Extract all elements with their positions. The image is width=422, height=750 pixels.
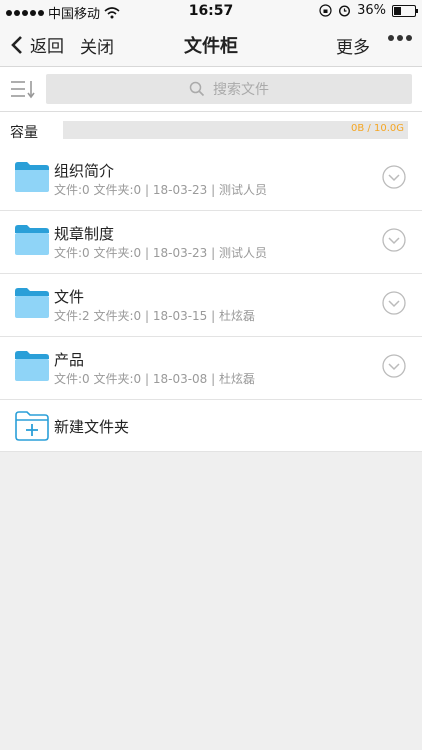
- sort-icon[interactable]: [10, 79, 36, 99]
- battery-percent: 36%: [357, 3, 386, 18]
- folder-name: 产品: [54, 351, 85, 369]
- search-icon: [189, 81, 205, 97]
- status-bar: 中国移动 16:57 36%: [0, 0, 422, 22]
- folder-name: 规章制度: [54, 225, 115, 243]
- alarm-icon: [339, 5, 351, 17]
- folder-icon: [15, 351, 49, 381]
- folder-icon: [15, 162, 49, 192]
- close-button[interactable]: 关闭: [80, 33, 114, 58]
- nav-bar: 返回 关闭 文件柜 更多: [0, 22, 422, 67]
- folder-name: 文件: [54, 288, 85, 306]
- folder-meta: 文件:0 文件夹:0 | 18-03-23 | 测试人员: [54, 183, 267, 197]
- status-right: 36%: [319, 3, 418, 18]
- back-button[interactable]: 返回: [10, 32, 64, 57]
- chevron-down-circle-icon[interactable]: [382, 165, 406, 189]
- battery-icon: [392, 4, 418, 17]
- folder-meta: 文件:0 文件夹:0 | 18-03-23 | 测试人员: [54, 246, 267, 260]
- back-label: 返回: [30, 37, 64, 57]
- folder-icon: [15, 225, 49, 255]
- folder-name: 组织简介: [54, 162, 115, 180]
- capacity-bar: 0B / 10.0G: [63, 121, 408, 139]
- chevron-down-circle-icon[interactable]: [382, 291, 406, 315]
- folder-row[interactable]: 规章制度 文件:0 文件夹:0 | 18-03-23 | 测试人员: [0, 211, 422, 274]
- capacity-label: 容量: [10, 125, 38, 141]
- folder-meta: 文件:2 文件夹:0 | 18-03-15 | 杜炫磊: [54, 309, 255, 323]
- chevron-down-circle-icon[interactable]: [382, 354, 406, 378]
- capacity-section: 容量 0B / 10.0G: [0, 112, 422, 148]
- overflow-menu-icon[interactable]: [388, 35, 412, 41]
- add-folder-icon: [15, 411, 49, 441]
- folder-list: 组织简介 文件:0 文件夹:0 | 18-03-23 | 测试人员 规章制度 文…: [0, 148, 422, 400]
- chevron-down-circle-icon[interactable]: [382, 228, 406, 252]
- search-input[interactable]: 搜索文件: [46, 74, 412, 104]
- folder-row[interactable]: 文件 文件:2 文件夹:0 | 18-03-15 | 杜炫磊: [0, 274, 422, 337]
- capacity-usage-text: 0B / 10.0G: [351, 123, 404, 134]
- new-folder-button[interactable]: 新建文件夹: [0, 400, 422, 452]
- folder-row[interactable]: 产品 文件:0 文件夹:0 | 18-03-08 | 杜炫磊: [0, 337, 422, 400]
- search-placeholder: 搜索文件: [213, 82, 269, 98]
- chevron-left-icon: [11, 35, 22, 54]
- search-bar: 搜索文件: [0, 67, 422, 112]
- more-button[interactable]: 更多: [336, 33, 370, 58]
- folder-row[interactable]: 组织简介 文件:0 文件夹:0 | 18-03-23 | 测试人员: [0, 148, 422, 211]
- new-folder-label: 新建文件夹: [54, 418, 130, 436]
- folder-meta: 文件:0 文件夹:0 | 18-03-08 | 杜炫磊: [54, 372, 255, 386]
- rotation-lock-icon: [319, 4, 332, 17]
- folder-icon: [15, 288, 49, 318]
